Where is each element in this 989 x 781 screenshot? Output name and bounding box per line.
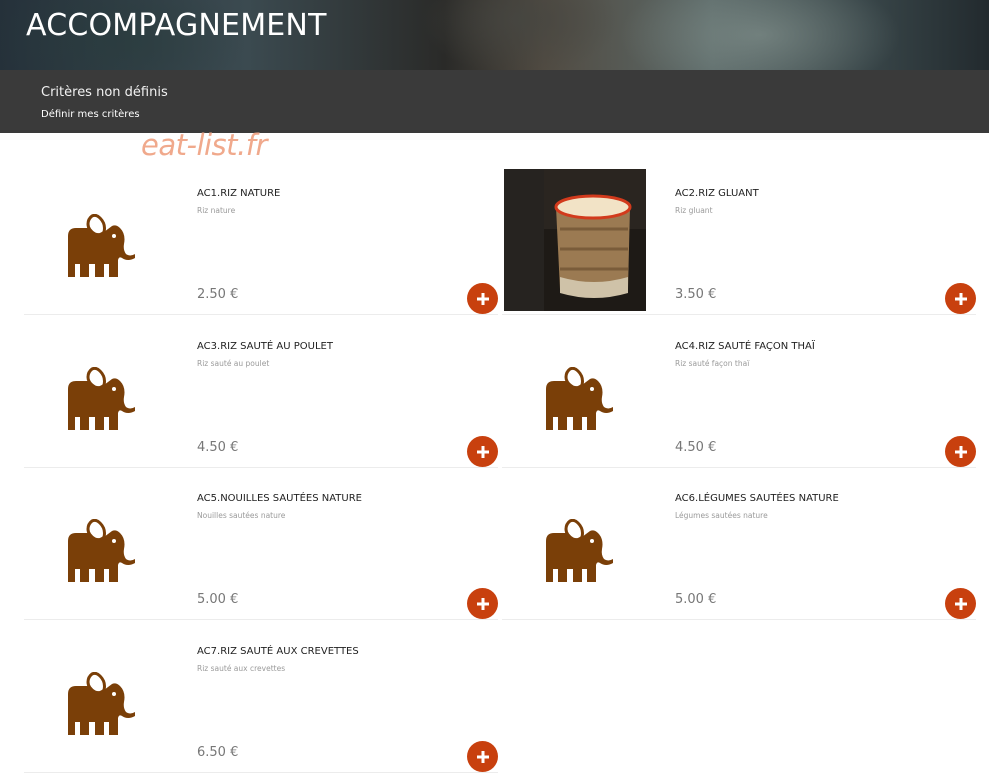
plus-icon — [476, 750, 489, 763]
item-name: AC2.RIZ GLUANT — [675, 188, 759, 199]
item-name: AC6.LÉGUMES SAUTÉES NATURE — [675, 493, 839, 504]
item-price: 4.50 € — [197, 440, 239, 455]
item-name: AC5.NOUILLES SAUTÉES NATURE — [197, 493, 362, 504]
category-title: ACCOMPAGNEMENT — [26, 8, 327, 43]
item-description: Riz gluant — [675, 206, 713, 215]
plus-icon — [476, 597, 489, 610]
plus-icon — [954, 445, 967, 458]
add-to-cart-button[interactable] — [467, 283, 498, 314]
item-description: Riz nature — [197, 206, 236, 215]
add-to-cart-button[interactable] — [467, 436, 498, 467]
item-price: 2.50 € — [197, 287, 239, 302]
item-price: 3.50 € — [675, 287, 717, 302]
add-to-cart-button[interactable] — [467, 741, 498, 772]
add-to-cart-button[interactable] — [945, 283, 976, 314]
plus-icon — [476, 445, 489, 458]
elephant-logo-icon — [24, 331, 166, 473]
category-banner: ACCOMPAGNEMENT — [0, 0, 989, 70]
plus-icon — [954, 597, 967, 610]
item-description: Nouilles sautées nature — [197, 511, 286, 520]
menu-item-card[interactable]: AC5.NOUILLES SAUTÉES NATURE Nouilles saut… — [24, 467, 498, 620]
item-description: Riz sauté façon thaï — [675, 359, 750, 368]
item-price: 6.50 € — [197, 745, 239, 760]
menu-item-card[interactable]: AC2.RIZ GLUANT Riz gluant 3.50 € — [502, 162, 976, 315]
elephant-logo-icon — [502, 331, 644, 473]
criteria-bar: Critères non définis Définir mes critère… — [0, 70, 989, 133]
elephant-logo-icon — [502, 483, 644, 625]
item-name: AC7.RIZ SAUTÉ AUX CREVETTES — [197, 646, 359, 657]
add-to-cart-button[interactable] — [467, 588, 498, 619]
menu-item-card[interactable]: AC6.LÉGUMES SAUTÉES NATURE Légumes sautée… — [502, 467, 976, 620]
elephant-logo-icon — [24, 636, 166, 778]
criteria-status: Critères non définis — [41, 85, 168, 100]
item-name: AC3.RIZ SAUTÉ AU POULET — [197, 341, 333, 352]
add-to-cart-button[interactable] — [945, 588, 976, 619]
item-name: AC1.RIZ NATURE — [197, 188, 281, 199]
sticky-rice-photo — [504, 169, 646, 311]
menu-item-card[interactable]: AC3.RIZ SAUTÉ AU POULET Riz sauté au poul… — [24, 315, 498, 468]
add-to-cart-button[interactable] — [945, 436, 976, 467]
item-description: Riz sauté au poulet — [197, 359, 270, 368]
menu-item-card[interactable]: AC4.RIZ SAUTÉ FAÇON THAÏ Riz sauté façon … — [502, 315, 976, 468]
item-name: AC4.RIZ SAUTÉ FAÇON THAÏ — [675, 341, 815, 352]
elephant-logo-icon — [24, 178, 166, 320]
item-price: 5.00 € — [197, 592, 239, 607]
define-criteria-link[interactable]: Définir mes critères — [41, 109, 140, 120]
menu-item-card[interactable]: AC1.RIZ NATURE Riz nature 2.50 € — [24, 162, 498, 315]
item-description: Riz sauté aux crevettes — [197, 664, 286, 673]
item-description: Légumes sautées nature — [675, 511, 768, 520]
plus-icon — [954, 292, 967, 305]
item-price: 4.50 € — [675, 440, 717, 455]
elephant-logo-icon — [24, 483, 166, 625]
item-price: 5.00 € — [675, 592, 717, 607]
menu-item-card[interactable]: AC7.RIZ SAUTÉ AUX CREVETTES Riz sauté aux… — [24, 620, 498, 773]
plus-icon — [476, 292, 489, 305]
watermark: eat-list.fr — [141, 128, 267, 162]
